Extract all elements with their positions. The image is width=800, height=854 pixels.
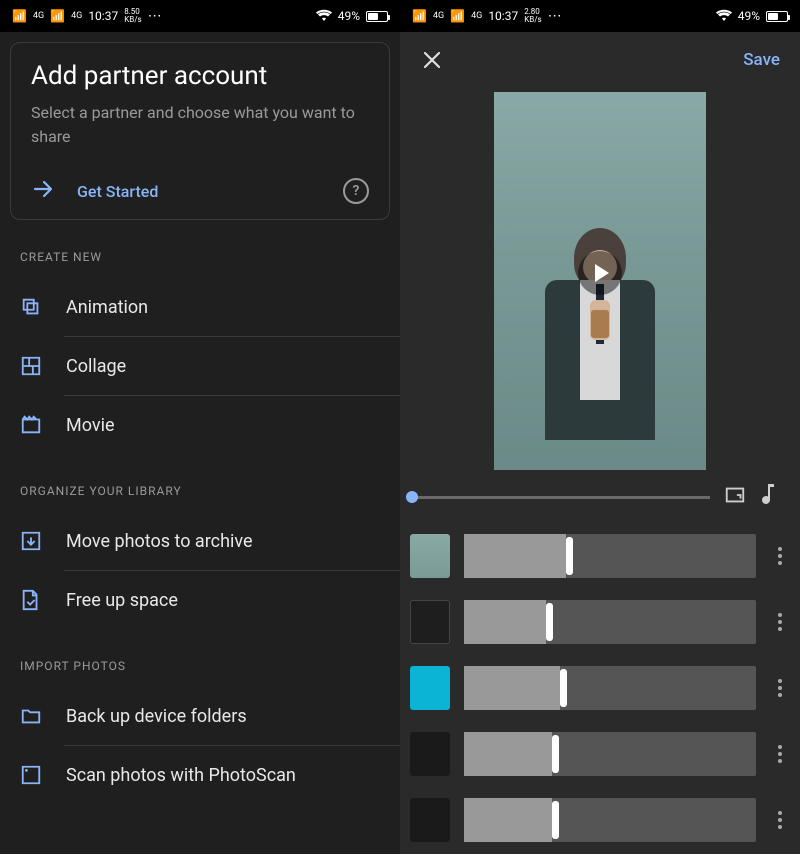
movie-icon [20, 414, 42, 436]
clip-trim-track[interactable] [464, 732, 756, 776]
clip-thumbnail[interactable] [410, 534, 450, 578]
clip-row [410, 666, 790, 710]
play-icon [595, 264, 609, 282]
partner-subtitle: Select a partner and choose what you wan… [31, 101, 369, 149]
menu-label: Free up space [66, 590, 178, 611]
menu-label: Scan photos with PhotoScan [66, 765, 296, 786]
trim-handle[interactable] [566, 537, 573, 575]
status-bar: 📶 4G 📶 4G 10:37 8.50 KB/s ⋯ 49% [0, 0, 400, 32]
collage-icon [20, 355, 42, 377]
trim-handle[interactable] [552, 801, 559, 839]
save-button[interactable]: Save [743, 50, 780, 70]
clip-options-button[interactable] [770, 679, 790, 697]
scrubber[interactable] [412, 496, 710, 499]
more-icon: ⋯ [548, 8, 562, 24]
menu-archive[interactable]: Move photos to archive [0, 512, 400, 570]
settings-screen: 📶 4G 📶 4G 10:37 8.50 KB/s ⋯ 49% Add part… [0, 0, 400, 854]
music-icon[interactable] [760, 484, 778, 510]
menu-collage[interactable]: Collage [0, 337, 400, 395]
get-started-button[interactable]: Get Started [31, 177, 158, 205]
signal-icon: 📶 [412, 9, 427, 23]
network-type: 4G [33, 12, 44, 21]
menu-label: Move photos to archive [66, 531, 253, 552]
status-bar: 📶 4G 📶 4G 10:37 2.80 KB/s ⋯ 49% [400, 0, 800, 32]
close-button[interactable] [420, 48, 444, 72]
clip-row [410, 534, 790, 578]
section-import: IMPORT PHOTOS [0, 629, 400, 687]
trim-handle[interactable] [546, 603, 553, 641]
battery-icon [366, 11, 388, 22]
menu-label: Back up device folders [66, 706, 247, 727]
help-icon[interactable]: ? [343, 178, 369, 204]
animation-icon [20, 296, 42, 318]
signal-icon: 📶 [50, 9, 65, 23]
clip-thumbnail[interactable] [410, 600, 450, 644]
signal-icon: 📶 [12, 9, 27, 23]
partner-title: Add partner account [31, 61, 369, 91]
scrubber-handle[interactable] [406, 491, 418, 503]
clip-options-button[interactable] [770, 811, 790, 829]
menu-label: Movie [66, 415, 115, 436]
network-type: 4G [71, 12, 82, 21]
trim-handle[interactable] [552, 735, 559, 773]
play-button[interactable] [578, 251, 622, 295]
clip-row [410, 600, 790, 644]
photo-icon [20, 764, 42, 786]
section-organize: ORGANIZE YOUR LIBRARY [0, 454, 400, 512]
wifi-icon [716, 9, 732, 24]
aspect-ratio-icon[interactable] [724, 484, 746, 510]
menu-label: Animation [66, 297, 148, 318]
clip-trim-track[interactable] [464, 798, 756, 842]
clip-options-button[interactable] [770, 613, 790, 631]
clip-thumbnail[interactable] [410, 732, 450, 776]
battery-percent: 49% [738, 9, 760, 23]
battery-percent: 49% [338, 9, 360, 23]
get-started-label: Get Started [77, 182, 158, 201]
partner-account-card: Add partner account Select a partner and… [10, 42, 390, 220]
clip-list [400, 528, 800, 842]
menu-scan[interactable]: Scan photos with PhotoScan [0, 746, 400, 804]
video-preview[interactable] [494, 92, 706, 470]
freeup-icon [20, 589, 42, 611]
clip-options-button[interactable] [770, 745, 790, 763]
more-icon: ⋯ [148, 8, 162, 24]
clip-thumbnail[interactable] [410, 666, 450, 710]
clock: 10:37 [488, 9, 518, 23]
menu-freeup[interactable]: Free up space [0, 571, 400, 629]
wifi-icon [316, 9, 332, 24]
clip-trim-track[interactable] [464, 534, 756, 578]
menu-movie[interactable]: Movie [0, 396, 400, 454]
data-speed: 8.50 KB/s [124, 8, 141, 24]
clip-options-button[interactable] [770, 547, 790, 565]
clip-trim-track[interactable] [464, 666, 756, 710]
signal-icon: 📶 [450, 9, 465, 23]
menu-label: Collage [66, 356, 126, 377]
clip-row [410, 732, 790, 776]
folder-icon [20, 705, 42, 727]
clip-row [410, 798, 790, 842]
network-type: 4G [433, 12, 444, 21]
data-speed: 2.80 KB/s [524, 8, 541, 24]
movie-editor-screen: 📶 4G 📶 4G 10:37 2.80 KB/s ⋯ 49% Save [400, 0, 800, 854]
clip-thumbnail[interactable] [410, 798, 450, 842]
network-type: 4G [471, 12, 482, 21]
menu-animation[interactable]: Animation [0, 278, 400, 336]
trim-handle[interactable] [560, 669, 567, 707]
clock: 10:37 [88, 9, 118, 23]
arrow-right-icon [31, 177, 55, 205]
battery-icon [766, 11, 788, 22]
archive-icon [20, 530, 42, 552]
section-create-new: CREATE NEW [0, 220, 400, 278]
clip-trim-track[interactable] [464, 600, 756, 644]
menu-backup[interactable]: Back up device folders [0, 687, 400, 745]
